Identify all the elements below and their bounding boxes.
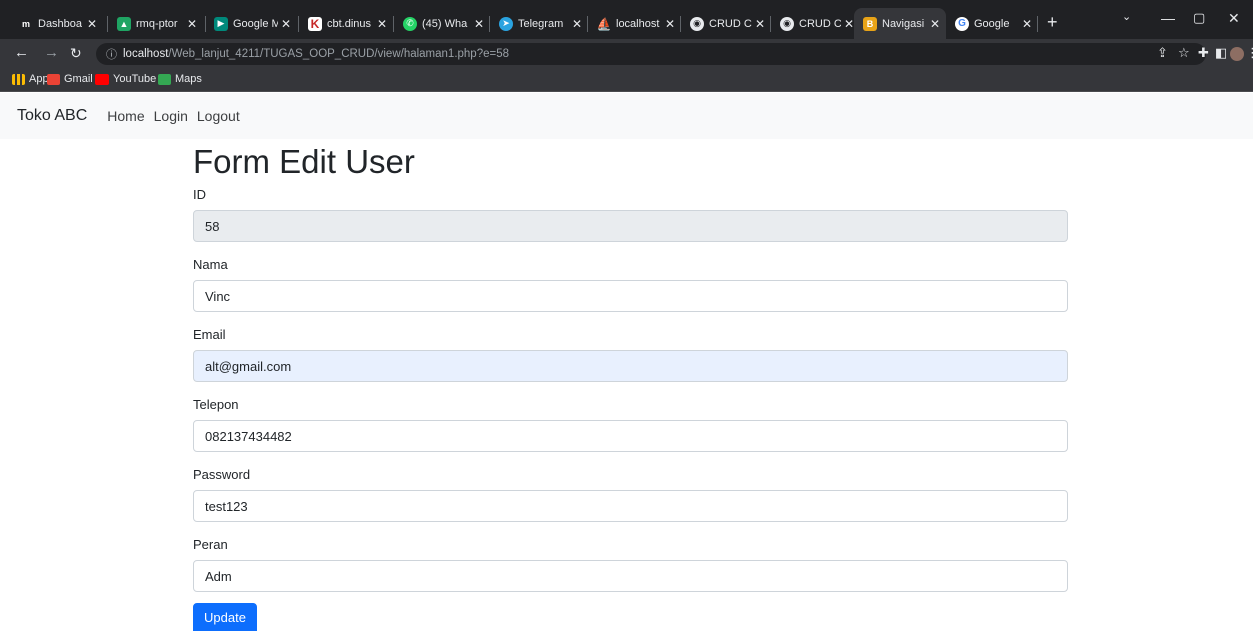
back-arrow-icon[interactable]: ←	[14, 44, 29, 62]
phpmyadmin-favicon-icon: ⛵	[596, 16, 612, 31]
telegram-favicon-icon: ➤	[499, 16, 513, 31]
browser-tab[interactable]: ◉ CRUD Co ✕	[681, 8, 771, 39]
tab-close-icon[interactable]: ✕	[87, 17, 97, 31]
tab-separator	[1037, 16, 1038, 32]
whatsapp-favicon-icon: ✆	[403, 16, 417, 31]
id-label: ID	[193, 187, 206, 202]
telepon-label: Telepon	[193, 397, 239, 412]
browser-tab[interactable]: ▶ Google M ✕	[205, 8, 297, 39]
browser-tab-title: localhost	[616, 17, 660, 30]
k-favicon-icon: K	[308, 16, 322, 31]
browser-tab[interactable]: ✆ (45) Wha ✕	[394, 8, 490, 39]
new-tab-icon[interactable]: +	[1047, 13, 1058, 31]
url-host: localhost	[123, 48, 169, 60]
nama-field[interactable]	[193, 280, 1068, 312]
bookmark-label: Gmail	[64, 73, 93, 85]
browser-tab[interactable]: K cbt.dinus ✕	[299, 8, 393, 39]
minimize-icon[interactable]: —	[1161, 10, 1175, 26]
id-field[interactable]	[193, 210, 1068, 242]
gmail-icon	[47, 73, 60, 85]
tab-close-icon[interactable]: ✕	[474, 17, 484, 31]
extensions-icon[interactable]: ✚	[1198, 45, 1209, 61]
tab-close-icon[interactable]: ✕	[377, 17, 387, 31]
bootstrap-favicon-icon: B	[863, 16, 877, 31]
navbar-brand[interactable]: Toko ABC	[17, 107, 87, 125]
nav-link-home[interactable]: Home	[107, 108, 144, 124]
peran-label: Peran	[193, 537, 228, 552]
tab-close-icon[interactable]: ✕	[572, 17, 582, 31]
page-title: Form Edit User	[193, 143, 415, 180]
reload-icon[interactable]: ↻	[70, 44, 82, 62]
bookmark-label: Maps	[175, 73, 202, 85]
nama-label: Nama	[193, 257, 228, 272]
password-field[interactable]	[193, 490, 1068, 522]
browser-tab-title: Navigasi	[882, 17, 925, 30]
tab-close-icon[interactable]: ✕	[1022, 17, 1032, 31]
share-icon[interactable]: ⇪	[1157, 45, 1168, 61]
tab-search-chevron-down-icon[interactable]: ⌄	[1122, 10, 1131, 23]
tab-close-icon[interactable]: ✕	[665, 17, 675, 31]
bookmarks-bar: Apps Gmail YouTube Maps	[0, 69, 1253, 92]
browser-tab[interactable]: ➤ Telegram ✕	[490, 8, 588, 39]
maximize-icon[interactable]: ▢	[1193, 10, 1205, 26]
side-panel-icon[interactable]: ◧	[1215, 45, 1227, 61]
browser-tab-title: Google	[974, 17, 1010, 30]
peran-field[interactable]	[193, 560, 1068, 592]
profile-avatar-icon[interactable]	[1230, 47, 1244, 61]
globe-favicon-icon: ◉	[780, 16, 794, 31]
browser-tab[interactable]: ⛵ localhost ✕	[588, 8, 681, 39]
dashboard-favicon-icon: m	[21, 18, 30, 29]
globe-favicon-icon: ◉	[690, 16, 704, 31]
password-label: Password	[193, 467, 251, 482]
bookmark-youtube[interactable]: YouTube	[95, 73, 156, 85]
browser-tab[interactable]: G Google ✕	[946, 8, 1038, 39]
tab-close-icon[interactable]: ✕	[187, 17, 197, 31]
update-button[interactable]: Update	[193, 603, 257, 631]
browser-tab-strip: m Dashboa ✕ ▲ rmq-ptor ✕ ▶ Google M ✕ K …	[0, 0, 1253, 39]
tab-close-icon[interactable]: ✕	[844, 17, 854, 31]
browser-tab-title: rmq-ptor	[136, 17, 178, 30]
apps-grid-icon	[12, 73, 25, 85]
tab-close-icon[interactable]: ✕	[930, 17, 940, 31]
browser-tab[interactable]: ◉ CRUD Co ✕	[771, 8, 860, 39]
browser-tab[interactable]: m Dashboa ✕	[10, 8, 103, 39]
browser-tab-active[interactable]: B Navigasi ✕	[854, 8, 946, 39]
nav-link-login[interactable]: Login	[154, 108, 188, 124]
browser-tab-title: Google M	[233, 17, 278, 30]
address-bar[interactable]: ⓘ localhost /Web_lanjut_4211/TUGAS_OOP_C…	[96, 43, 1206, 65]
youtube-icon	[95, 73, 109, 85]
email-label: Email	[193, 327, 226, 342]
forward-arrow-icon[interactable]: →	[44, 44, 59, 62]
maps-icon	[158, 73, 171, 85]
browser-tab-title: cbt.dinus	[327, 17, 372, 30]
google-drive-favicon-icon: ▲	[117, 16, 131, 31]
bookmark-maps[interactable]: Maps	[158, 73, 202, 85]
bookmark-label: YouTube	[113, 73, 157, 85]
tab-close-icon[interactable]: ✕	[281, 17, 291, 31]
menu-kebab-icon[interactable]: ⋮	[1246, 45, 1253, 61]
google-favicon-icon: G	[955, 16, 969, 31]
browser-tab[interactable]: ▲ rmq-ptor ✕	[108, 8, 203, 39]
browser-tab-title: CRUD Co	[709, 17, 752, 30]
bookmark-star-icon[interactable]: ☆	[1178, 45, 1190, 61]
bookmark-gmail[interactable]: Gmail	[47, 73, 93, 85]
site-navbar: Toko ABC Home Login Logout	[0, 93, 1253, 139]
browser-toolbar: ← → ↻ ⓘ localhost /Web_lanjut_4211/TUGAS…	[0, 39, 1253, 69]
telepon-field[interactable]	[193, 420, 1068, 452]
browser-tab-title: (45) Wha	[422, 17, 468, 30]
browser-tab-title: Telegram	[518, 17, 564, 30]
nav-link-logout[interactable]: Logout	[197, 108, 240, 124]
tab-close-icon[interactable]: ✕	[755, 17, 765, 31]
url-path: /Web_lanjut_4211/TUGAS_OOP_CRUD/view/hal…	[168, 48, 510, 60]
browser-tab-title: Dashboa	[38, 17, 83, 30]
close-window-icon[interactable]: ✕	[1228, 10, 1240, 27]
site-info-icon[interactable]: ⓘ	[106, 46, 117, 62]
email-field[interactable]	[193, 350, 1068, 382]
browser-tab-title: CRUD Co	[799, 17, 841, 30]
google-meet-favicon-icon: ▶	[214, 16, 228, 31]
